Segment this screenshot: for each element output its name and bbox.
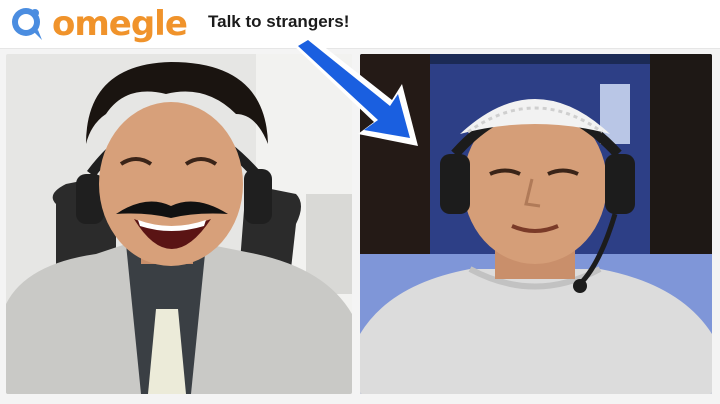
pointer-arrow-icon [292,34,418,146]
omegle-logo[interactable]: omegle [8,2,188,46]
logo-text: omegle [52,4,188,44]
tagline: Talk to strangers! [208,12,350,31]
omegle-logo-icon [12,8,42,40]
